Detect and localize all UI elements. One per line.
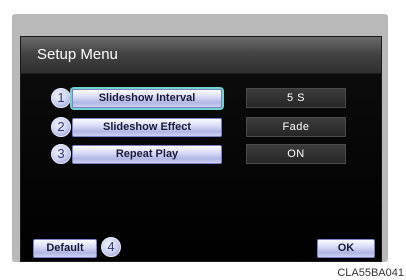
page-title: Setup Menu <box>37 46 118 63</box>
callout-badge-1: 1 <box>51 88 71 108</box>
repeat-play-button[interactable]: Repeat Play <box>72 145 222 164</box>
repeat-play-value: ON <box>246 144 346 164</box>
ok-button[interactable]: OK <box>317 239 375 258</box>
default-button[interactable]: Default <box>33 239 97 258</box>
figure-caption: CLA55BA041 <box>337 267 404 279</box>
callout-badge-3: 3 <box>51 144 71 164</box>
slideshow-effect-button[interactable]: Slideshow Effect <box>72 118 222 137</box>
title-bar: Setup Menu <box>21 37 381 74</box>
slideshow-interval-value: 5 S <box>246 88 346 108</box>
setup-screen: Setup Menu 1 Slideshow Interval 5 S 2 Sl… <box>20 36 382 262</box>
slideshow-effect-value: Fade <box>246 117 346 137</box>
callout-badge-2: 2 <box>51 117 71 137</box>
slideshow-interval-button[interactable]: Slideshow Interval <box>70 87 224 110</box>
callout-badge-4: 4 <box>101 237 121 257</box>
